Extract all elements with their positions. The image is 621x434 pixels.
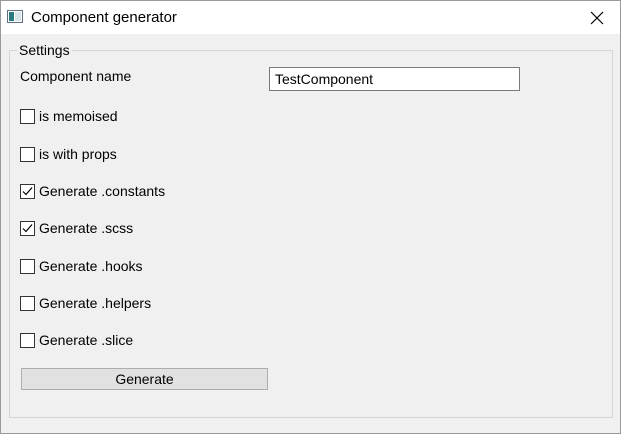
checkbox-box[interactable]	[20, 295, 35, 311]
generate-hooks-checkbox[interactable]: Generate .hooks	[20, 258, 143, 274]
checkbox-label: Generate .slice	[39, 332, 134, 348]
checkbox-box[interactable]	[20, 108, 35, 124]
checkbox-box[interactable]	[20, 258, 35, 274]
checkbox-label: is with props	[39, 146, 117, 162]
generate-slice-checkbox[interactable]: Generate .slice	[20, 332, 133, 348]
checkbox-box[interactable]	[20, 146, 35, 162]
checkbox-box[interactable]	[20, 220, 35, 236]
generate-scss-checkbox[interactable]: Generate .scss	[20, 220, 133, 236]
settings-group-title: Settings	[17, 42, 72, 58]
generate-constants-checkbox[interactable]: Generate .constants	[20, 183, 165, 199]
window-title: Component generator	[31, 9, 177, 26]
checkbox-label: Generate .hooks	[39, 258, 143, 274]
generate-helpers-checkbox[interactable]: Generate .helpers	[20, 295, 151, 311]
checkbox-label: is memoised	[39, 108, 118, 124]
close-icon	[590, 11, 604, 24]
checkmark-icon	[22, 186, 33, 195]
checkbox-label: Generate .helpers	[39, 295, 152, 311]
title-bar[interactable]: Component generator	[1, 1, 620, 34]
checkmark-icon	[22, 223, 33, 232]
component-name-input[interactable]	[269, 67, 520, 91]
checkbox-box[interactable]	[20, 183, 35, 199]
app-window-icon	[7, 10, 23, 23]
generate-button[interactable]: Generate	[21, 368, 268, 390]
is-memoised-checkbox[interactable]: is memoised	[20, 108, 118, 124]
component-generator-window: Component generator Settings Component n…	[0, 0, 621, 434]
checkbox-box[interactable]	[20, 332, 35, 348]
component-name-label: Component name	[20, 68, 132, 84]
checkbox-label: Generate .scss	[39, 220, 134, 236]
close-button[interactable]	[574, 1, 620, 34]
is-with-props-checkbox[interactable]: is with props	[20, 146, 117, 162]
checkbox-label: Generate .constants	[39, 183, 166, 199]
